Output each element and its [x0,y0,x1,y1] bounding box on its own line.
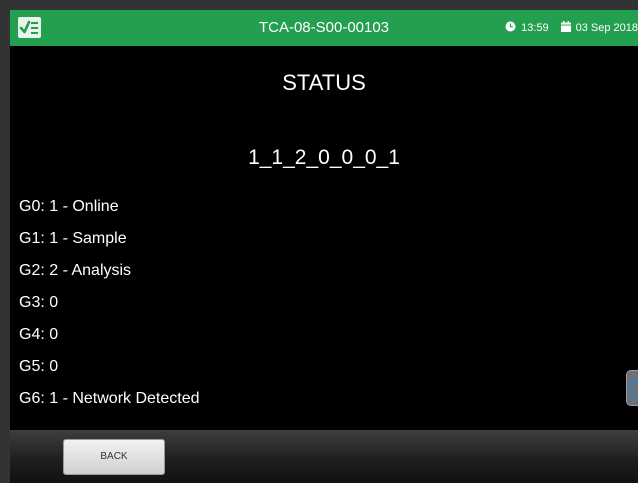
status-item-g4: G4: 0 [19,326,59,343]
status-item-g2: G2: 2 - Analysis [19,262,132,279]
footer-bar: BACK [10,430,638,483]
status-item-g1: G1: 1 - Sample [19,230,127,247]
status-item-g6: G6: 1 - Network Detected [19,390,200,407]
back-button[interactable]: BACK [63,439,165,475]
screen: TCA-08-S00-00103 13:59 03 Sep 2018 STATU… [10,10,638,483]
status-item-g3: G3: 0 [19,294,59,311]
header-datetime: 13:59 03 Sep 2018 [505,10,638,46]
status-item-g5: G5: 0 [19,358,59,375]
date-text: 03 Sep 2018 [575,22,638,34]
clock-icon [505,21,516,35]
device-frame: TCA-08-S00-00103 13:59 03 Sep 2018 STATU… [0,0,638,483]
status-list: G0: 1 - Online G1: 1 - Sample G2: 2 - An… [19,196,200,420]
page-title: STATUS [282,70,366,95]
status-code: 1_1_2_0_0_0_1 [248,146,400,169]
time-text: 13:59 [521,22,549,34]
status-item-g0: G0: 1 - Online [19,198,119,215]
calendar-icon [560,21,571,35]
checklist-icon[interactable] [18,17,41,38]
side-drawer-handle[interactable] [626,370,638,406]
header-bar: TCA-08-S00-00103 13:59 03 Sep 2018 [10,10,638,46]
